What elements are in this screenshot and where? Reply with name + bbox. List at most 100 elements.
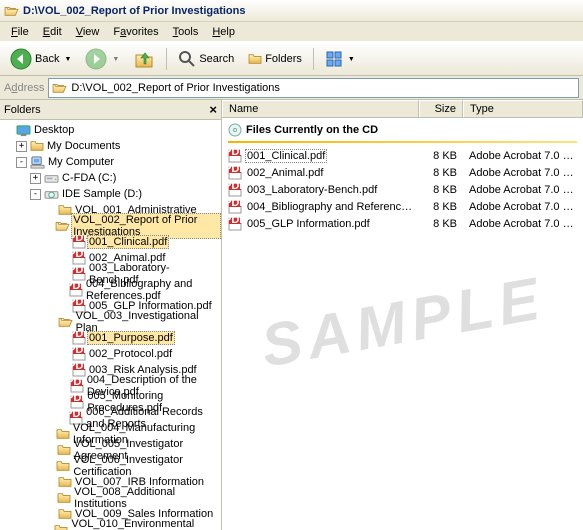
- file-type: Adobe Acrobat 7.0 …: [463, 150, 583, 162]
- folder-icon: [58, 204, 72, 216]
- address-label: Address: [4, 82, 44, 94]
- tree-label: C-FDA (C:): [60, 171, 118, 185]
- folders-header: Folders ×: [0, 100, 221, 120]
- col-type[interactable]: Type: [463, 100, 583, 117]
- file-row[interactable]: 005_GLP Information.pdf8 KBAdobe Acrobat…: [222, 215, 583, 232]
- address-folder-icon: [52, 82, 67, 94]
- folder-icon: [58, 476, 72, 488]
- cd-icon: [44, 188, 59, 200]
- tree-item[interactable]: - My Computer: [2, 154, 221, 170]
- file-type: Adobe Acrobat 7.0 …: [463, 218, 583, 230]
- pdf-icon: [228, 183, 242, 197]
- tree-item[interactable]: 004_Bibliography and References.pdf: [2, 282, 221, 298]
- file-row[interactable]: 003_Laboratory-Bench.pdf8 KBAdobe Acroba…: [222, 181, 583, 198]
- computer-icon: [30, 156, 45, 169]
- forward-button[interactable]: ▼: [79, 44, 125, 74]
- back-button[interactable]: Back ▼: [4, 44, 77, 74]
- cd-group-header: Files Currently on the CD: [222, 118, 583, 141]
- tree-item[interactable]: + C-FDA (C:): [2, 170, 221, 186]
- up-button[interactable]: [127, 44, 161, 74]
- file-type: Adobe Acrobat 7.0 …: [463, 201, 583, 213]
- tree-toggle[interactable]: -: [16, 157, 27, 168]
- back-dropdown-icon[interactable]: ▼: [64, 56, 71, 63]
- pdf-icon: [70, 395, 84, 409]
- folders-close-button[interactable]: ×: [209, 102, 217, 117]
- drive-icon: [44, 172, 59, 184]
- pdf-icon: [72, 347, 86, 361]
- files-pane: Name Size Type Files Currently on the CD…: [222, 100, 583, 530]
- tree-item[interactable]: Desktop: [2, 122, 221, 138]
- tree-item[interactable]: VOL_008_Additional Institutions: [2, 490, 221, 506]
- pdf-icon: [72, 331, 86, 345]
- tree-item[interactable]: VOL_006_Investigator Certification: [2, 458, 221, 474]
- folders-pane: Folders × Desktop + My Documents - My Comput…: [0, 100, 222, 530]
- folders-title: Folders: [4, 104, 41, 116]
- search-icon: [178, 50, 196, 68]
- file-row[interactable]: 002_Animal.pdf8 KBAdobe Acrobat 7.0 …: [222, 164, 583, 181]
- main: Folders × Desktop + My Documents - My Comput…: [0, 100, 583, 530]
- window-folder-icon: [4, 5, 19, 17]
- folder-icon: [54, 524, 68, 530]
- window-title: D:\VOL_002_Report of Prior Investigation…: [23, 5, 246, 17]
- tree-item[interactable]: + My Documents: [2, 138, 221, 154]
- folder-icon: [56, 428, 70, 440]
- file-name: 002_Animal.pdf: [245, 167, 325, 179]
- folder-open-icon: [55, 220, 70, 232]
- menu-view[interactable]: View: [69, 24, 107, 40]
- tree-label: 002_Protocol.pdf: [87, 347, 174, 361]
- folder-tree[interactable]: Desktop + My Documents - My Computer + C-FDA (…: [0, 120, 221, 530]
- search-button[interactable]: Search: [172, 46, 240, 72]
- tree-label: My Computer: [46, 155, 116, 169]
- file-size: 8 KB: [419, 184, 463, 196]
- tree-item[interactable]: -IDE Sample (D:): [2, 186, 221, 202]
- forward-icon: [85, 48, 107, 70]
- tree-item[interactable]: VOL_010_Environmental Impact Assessment: [2, 522, 221, 530]
- up-icon: [133, 48, 155, 70]
- file-name: 004_Bibliography and References.pdf: [245, 201, 419, 213]
- back-label: Back: [35, 53, 59, 65]
- file-list: 001_Clinical.pdf8 KBAdobe Acrobat 7.0 …0…: [222, 147, 583, 232]
- folder-icon: [56, 460, 70, 472]
- pdf-icon: [228, 166, 242, 180]
- views-button[interactable]: ▼: [319, 46, 361, 72]
- file-type: Adobe Acrobat 7.0 …: [463, 184, 583, 196]
- views-icon: [325, 50, 343, 68]
- menu-favorites[interactable]: Favorites: [106, 24, 165, 40]
- menu-edit[interactable]: Edit: [36, 24, 69, 40]
- pdf-icon: [69, 283, 83, 297]
- address-value: D:\VOL_002_Report of Prior Investigation…: [71, 82, 280, 94]
- address-input[interactable]: D:\VOL_002_Report of Prior Investigation…: [48, 78, 579, 98]
- col-size[interactable]: Size: [419, 100, 463, 117]
- tree-item[interactable]: VOL_002_Report of Prior Investigations: [2, 218, 221, 234]
- file-row[interactable]: 004_Bibliography and References.pdf8 KBA…: [222, 198, 583, 215]
- toolbar-sep-2: [313, 48, 314, 70]
- file-row[interactable]: 001_Clinical.pdf8 KBAdobe Acrobat 7.0 …: [222, 147, 583, 164]
- cd-icon: [228, 123, 242, 137]
- tree-label: My Documents: [45, 139, 122, 153]
- menu-tools[interactable]: Tools: [166, 24, 206, 40]
- pdf-icon: [72, 251, 86, 265]
- tree-toggle[interactable]: +: [30, 173, 41, 184]
- tree-label: Desktop: [32, 123, 76, 137]
- tree-item[interactable]: 002_Protocol.pdf: [2, 346, 221, 362]
- folder-icon: [30, 140, 44, 152]
- tree-item[interactable]: VOL_003_Investigational Plan: [2, 314, 221, 330]
- col-name[interactable]: Name: [222, 100, 419, 117]
- tree-toggle[interactable]: -: [30, 189, 41, 200]
- pdf-icon: [70, 379, 84, 393]
- menu-file[interactable]: File: [4, 24, 36, 40]
- folders-button[interactable]: Folders: [242, 49, 308, 69]
- toolbar: Back ▼ ▼ Search Folders ▼: [0, 42, 583, 76]
- pdf-icon: [228, 217, 242, 231]
- back-icon: [10, 48, 32, 70]
- views-dropdown-icon[interactable]: ▼: [348, 56, 355, 63]
- folders-icon: [248, 53, 262, 65]
- toolbar-sep-1: [166, 48, 167, 70]
- forward-dropdown-icon[interactable]: ▼: [112, 56, 119, 63]
- file-size: 8 KB: [419, 218, 463, 230]
- pdf-icon: [228, 149, 242, 163]
- folder-icon: [57, 492, 71, 504]
- menu-help[interactable]: Help: [205, 24, 242, 40]
- tree-toggle[interactable]: +: [16, 141, 27, 152]
- file-name: 001_Clinical.pdf: [245, 149, 327, 163]
